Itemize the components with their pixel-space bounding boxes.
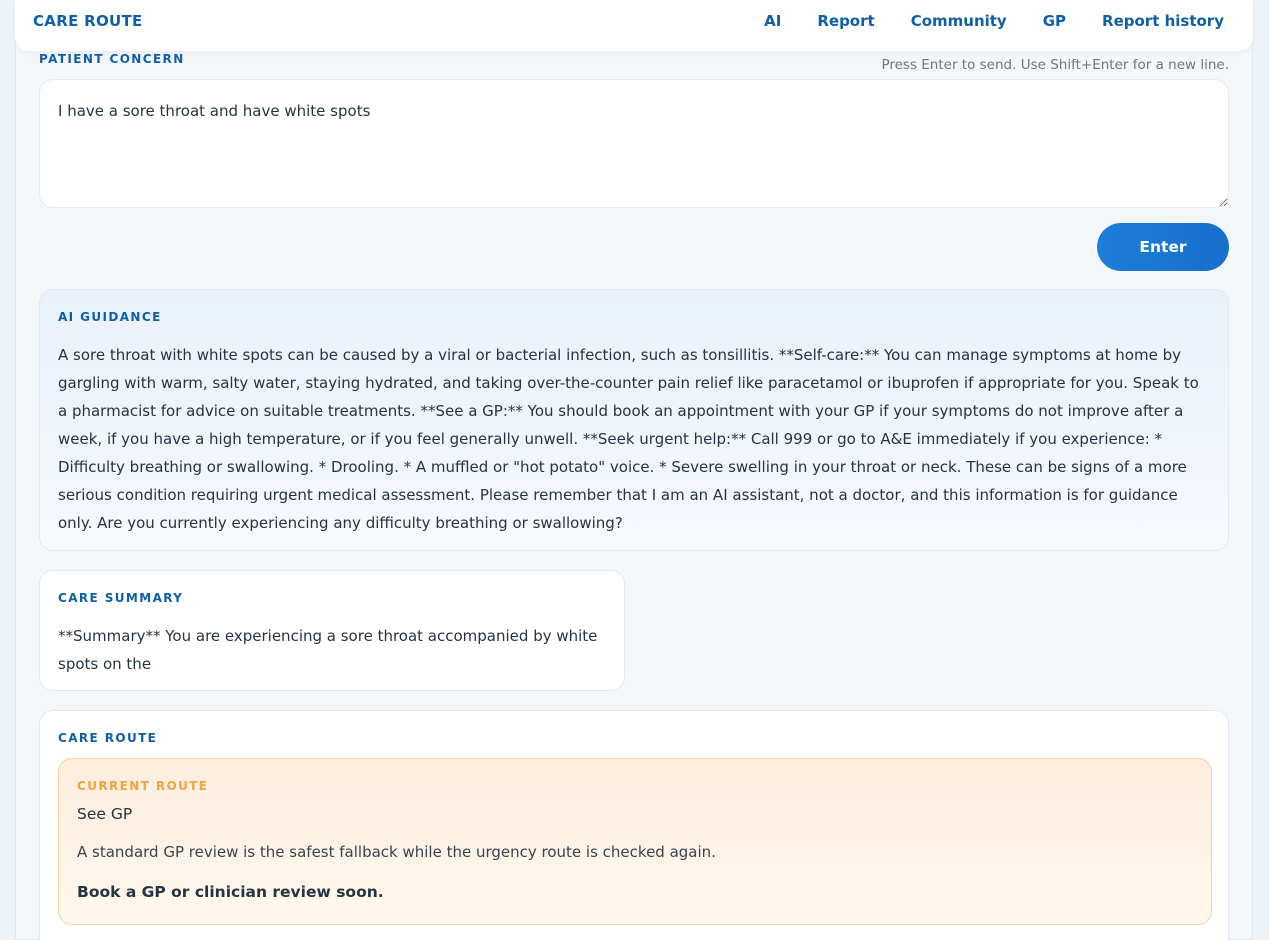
route-action: Book a GP or clinician review soon. bbox=[77, 883, 384, 901]
patient-concern-input[interactable]: I have a sore throat and have white spot… bbox=[39, 79, 1229, 208]
route-reason: A standard GP review is the safest fallb… bbox=[77, 843, 716, 861]
route-name: See GP bbox=[77, 805, 133, 823]
nav-link-report-history[interactable]: Report history bbox=[1102, 12, 1224, 30]
nav-link-ai[interactable]: AI bbox=[764, 12, 781, 30]
ai-guidance-card: AI GUIDANCE A sore throat with white spo… bbox=[39, 289, 1229, 551]
care-route-card: CARE ROUTE CURRENT ROUTE See GP A standa… bbox=[39, 710, 1229, 940]
care-summary-text: **Summary** You are experiencing a sore … bbox=[58, 627, 598, 673]
nav-links: AI Report Community GP Report history bbox=[764, 12, 1224, 30]
nav-link-gp[interactable]: GP bbox=[1043, 12, 1066, 30]
care-route-label: CARE ROUTE bbox=[58, 731, 158, 745]
care-summary-card: CARE SUMMARY **Summary** You are experie… bbox=[39, 570, 625, 691]
current-route-label: CURRENT ROUTE bbox=[77, 779, 209, 793]
ai-guidance-text: A sore throat with white spots can be ca… bbox=[58, 346, 1199, 532]
ai-guidance-label: AI GUIDANCE bbox=[58, 310, 162, 324]
enter-button[interactable]: Enter bbox=[1097, 223, 1229, 271]
care-summary-label: CARE SUMMARY bbox=[58, 591, 184, 605]
brand-logo[interactable]: CARE ROUTE bbox=[33, 12, 143, 30]
current-route-panel: CURRENT ROUTE See GP A standard GP revie… bbox=[58, 758, 1212, 925]
nav-link-community[interactable]: Community bbox=[911, 12, 1007, 30]
patient-concern-label: PATIENT CONCERN bbox=[39, 52, 185, 66]
nav-link-report[interactable]: Report bbox=[817, 12, 874, 30]
top-nav: CARE ROUTE AI Report Community GP Report… bbox=[15, 0, 1253, 51]
send-hint: Press Enter to send. Use Shift+Enter for… bbox=[881, 57, 1229, 73]
